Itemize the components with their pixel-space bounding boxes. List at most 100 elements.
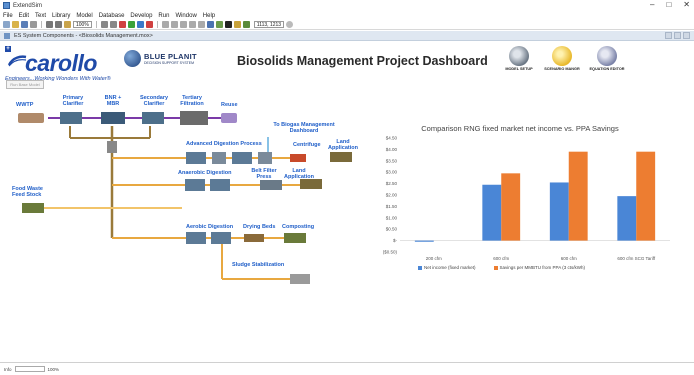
document-tab-bar: ES System Components - <Biosolids Manage…	[0, 31, 694, 41]
status-field[interactable]	[14, 366, 45, 372]
separator-icon	[107, 141, 117, 153]
label-sludge-stabilization: Sludge Stabilization	[232, 262, 285, 268]
y-tick-label: $2.50	[386, 181, 398, 186]
legend-item-ppa-savings: Savings per MMBTU from PPA (3 cts/kWh)	[493, 265, 585, 270]
x-tick-label: 200 cfm	[426, 256, 442, 261]
label-drying-beds: Drying Beds	[243, 224, 276, 230]
model-setup-icon	[509, 46, 529, 66]
menu-model[interactable]: Model	[76, 13, 92, 19]
y-tick-label: $2.00	[386, 193, 398, 198]
label-centrifuge: Centrifuge	[293, 142, 321, 148]
chart-plot: $4.50 $4.00 $3.50 $3.00 $2.50 $2.00 $1.50 $1.00…	[383, 136, 670, 261]
document-tab[interactable]: ES System Components - <Biosolids Manage…	[14, 33, 153, 39]
clone-icon[interactable]	[233, 21, 241, 28]
label-land-application-1: Land Application	[328, 139, 358, 151]
land-app-truck-icon	[300, 179, 322, 189]
scenario-manager-label: SCENARIO MANGR	[544, 67, 580, 71]
hand-icon[interactable]	[197, 21, 205, 28]
model-canvas[interactable]: + carollo Engineers...Working Wonders Wi…	[0, 42, 694, 362]
tab-minimize-button[interactable]	[665, 32, 672, 39]
menu-library[interactable]: Library	[52, 13, 70, 19]
label-land-application-2: Land Application	[284, 168, 314, 180]
open-icon[interactable]	[12, 21, 19, 28]
search-icon[interactable]	[286, 21, 294, 28]
cut-icon[interactable]	[46, 21, 53, 28]
minimize-button[interactable]: –	[650, 0, 654, 9]
close-button[interactable]: ✕	[683, 0, 690, 9]
sludge-stabilization-icon	[290, 274, 310, 284]
label-bnr-mbr: BNR + MBR	[104, 95, 122, 107]
maximize-button[interactable]: □	[666, 0, 671, 9]
tab-restore-button[interactable]	[674, 32, 681, 39]
rng-comparison-chart: Comparison RNG fixed market net income v…	[360, 124, 680, 284]
run-icon[interactable]	[127, 21, 135, 28]
menu-database[interactable]: Database	[99, 13, 125, 19]
toolbar-separator	[95, 21, 97, 28]
paste-icon[interactable]	[64, 21, 71, 28]
menu-text[interactable]: Text	[35, 13, 46, 19]
shape-tool-icon[interactable]	[224, 21, 232, 28]
record-icon[interactable]	[145, 21, 153, 28]
app-icon	[3, 2, 10, 9]
print-icon[interactable]	[30, 21, 37, 28]
save-icon[interactable]	[21, 21, 28, 28]
label-reuse: Reuse	[221, 102, 238, 108]
aerobic-digester-2-icon	[211, 232, 231, 244]
model-setup-label: MODEL SETUP	[505, 67, 533, 71]
y-tick-label: $4.00	[386, 147, 398, 152]
land-app-truck-icon	[330, 152, 352, 162]
stop-icon[interactable]	[118, 21, 126, 28]
pointer-icon[interactable]	[188, 21, 196, 28]
label-food-waste: Food Waste Feed Stock	[12, 186, 43, 198]
legend-label: Savings per MMBTU from PPA (3 cts/kWh)	[499, 265, 585, 270]
new-icon[interactable]	[3, 21, 10, 28]
scenario-manager-button[interactable]: SCENARIO MANGR	[544, 46, 580, 71]
label-composting: Composting	[282, 224, 315, 230]
animate-icon[interactable]	[170, 21, 178, 28]
y-tick-label: $-	[393, 238, 398, 243]
undo-icon[interactable]	[100, 21, 108, 28]
connect-icon[interactable]	[179, 21, 187, 28]
x-tick-label: 600 cfm	[561, 256, 577, 261]
label-advanced-digestion: Advanced Digestion Process	[186, 141, 262, 147]
adv-digester-1-icon	[186, 152, 206, 164]
bar-0-3	[617, 196, 637, 241]
cursor-icon[interactable]	[206, 21, 214, 28]
aerobic-digester-1-icon	[186, 232, 206, 244]
x-tick-label: 600 cfm SCG Tariff	[617, 256, 656, 261]
title-bar: ExtendSim – □ ✕	[0, 0, 694, 11]
bar-0-1	[482, 184, 502, 241]
status-bar: Info 100%	[0, 362, 694, 375]
menu-help[interactable]: Help	[203, 13, 215, 19]
food-waste-truck-icon	[22, 203, 44, 213]
bar-1-3	[636, 151, 656, 241]
menu-develop[interactable]: Develop	[130, 13, 152, 19]
bar-0-0	[414, 240, 434, 242]
label-aerobic-digestion: Aerobic Digestion	[186, 224, 234, 230]
model-setup-button[interactable]: MODEL SETUP	[501, 46, 537, 71]
y-tick-label: $3.50	[386, 158, 398, 163]
menu-file[interactable]: File	[3, 13, 13, 19]
equation-editor-button[interactable]: EQUATION EDITOR	[589, 46, 625, 71]
y-tick-label: $1.00	[386, 215, 398, 220]
redo-icon[interactable]	[109, 21, 117, 28]
toolbar: 100% 1113, 1213	[0, 20, 694, 30]
menu-window[interactable]: Window	[175, 13, 196, 19]
tab-close-button[interactable]	[683, 32, 690, 39]
menu-run[interactable]: Run	[158, 13, 169, 19]
menu-bar: File Edit Text Library Model Database De…	[0, 11, 694, 20]
copy-icon[interactable]	[55, 21, 62, 28]
adv-digester-4-icon	[258, 152, 272, 164]
window-controls: – □ ✕	[650, 0, 690, 9]
y-tick-label: $1.50	[386, 204, 398, 209]
pause-icon[interactable]	[136, 21, 144, 28]
text-tool-icon[interactable]	[215, 21, 223, 28]
step-icon[interactable]	[161, 21, 169, 28]
adv-digester-2-icon	[212, 152, 226, 164]
menu-edit[interactable]: Edit	[19, 13, 29, 19]
zoom-field[interactable]: 100%	[73, 21, 92, 28]
notebook-icon[interactable]	[242, 21, 250, 28]
biogas-dashboard-link[interactable]: To Biogas Management Dashboard	[270, 122, 338, 134]
wwtp-pipe-icon	[18, 113, 44, 123]
legend-swatch	[418, 265, 422, 270]
